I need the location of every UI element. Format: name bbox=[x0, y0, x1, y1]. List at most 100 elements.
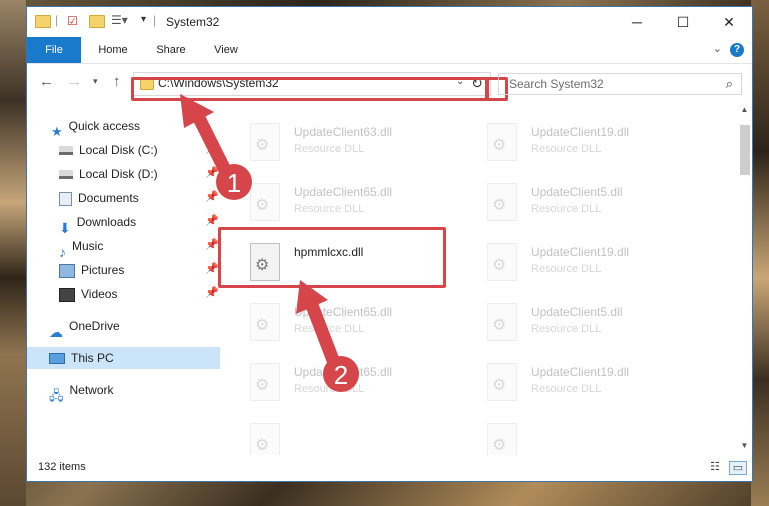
tab-share[interactable]: Share bbox=[143, 37, 199, 63]
sidebar-item-local-disk-d[interactable]: Local Disk (D:) bbox=[59, 163, 209, 185]
dll-file-icon: ⚙ bbox=[487, 423, 517, 455]
pin-icon[interactable]: 📌 bbox=[205, 142, 219, 155]
sidebar-item-label: OneDrive bbox=[69, 319, 120, 333]
navigation-pane: ★ Quick access Local Disk (C:) 📌 Local Di… bbox=[27, 101, 220, 455]
sidebar-item-quick-access[interactable]: ★ Quick access bbox=[51, 115, 211, 139]
pictures-icon bbox=[59, 263, 75, 278]
list-item[interactable]: ⚙ UpdateClient65.dll Resource DLL bbox=[250, 181, 480, 231]
file-name: UpdateClient19.dll bbox=[531, 125, 630, 139]
address-row: ← → ▾ ↑ C:\Windows\System32 ⌄ ↻ Search S… bbox=[27, 63, 752, 101]
download-icon: ⬇ bbox=[59, 219, 71, 236]
sidebar-item-label: Videos bbox=[81, 287, 118, 301]
file-type: Resource DLL bbox=[531, 263, 602, 275]
recent-locations-icon[interactable]: ▾ bbox=[93, 76, 98, 87]
dll-file-icon: ⚙ bbox=[487, 363, 517, 401]
dll-file-icon: ⚙ bbox=[487, 123, 517, 161]
customize-toolbar-icon[interactable]: ☰▾ bbox=[111, 13, 128, 27]
list-item[interactable]: ⚙ UpdateClient65.dll Resource DLL bbox=[250, 361, 480, 411]
pin-icon[interactable]: 📌 bbox=[205, 190, 219, 203]
computer-icon bbox=[49, 353, 65, 365]
tab-home[interactable]: Home bbox=[85, 37, 141, 63]
list-item[interactable]: ⚙ UpdateClient65.dll Resource DLL bbox=[250, 301, 480, 351]
file-type: Resource DLL bbox=[294, 323, 365, 335]
new-folder-icon[interactable] bbox=[89, 15, 105, 31]
tab-view[interactable]: View bbox=[201, 37, 251, 63]
scroll-down-icon[interactable]: ▼ bbox=[736, 441, 752, 450]
sidebar-item-network[interactable]: 🖧 Network bbox=[49, 379, 209, 403]
sidebar-item-label: Pictures bbox=[81, 263, 125, 277]
ribbon-tabs: File Home Share View ⌄ ? bbox=[27, 37, 752, 64]
list-item[interactable]: ⚙ UpdateClient19.dll Resource DLL bbox=[487, 241, 717, 291]
pin-icon[interactable]: 📌 bbox=[205, 262, 219, 275]
sidebar-item-downloads[interactable]: ⬇ Downloads bbox=[59, 211, 209, 236]
dll-file-icon: ⚙ bbox=[250, 423, 280, 455]
list-item[interactable]: ⚙ bbox=[250, 421, 480, 455]
drive-icon bbox=[59, 170, 73, 180]
sidebar-item-label: Local Disk (C:) bbox=[79, 143, 158, 157]
annotation-box-address bbox=[131, 77, 488, 101]
sidebar-item-label: Quick access bbox=[68, 119, 141, 133]
file-name: UpdateClient65.dll bbox=[294, 305, 393, 319]
file-type: Resource DLL bbox=[294, 203, 365, 215]
pin-icon[interactable]: 📌 bbox=[205, 214, 219, 227]
list-item[interactable]: ⚙ UpdateClient19.dll Resource DLL bbox=[487, 361, 717, 411]
help-icon[interactable]: ? bbox=[730, 43, 744, 57]
scroll-up-icon[interactable]: ▲ bbox=[736, 105, 752, 114]
sidebar-item-onedrive[interactable]: ☁ OneDrive bbox=[49, 315, 209, 340]
search-icon[interactable]: ⌕ bbox=[726, 76, 733, 92]
item-count: 132 items bbox=[38, 461, 86, 473]
sidebar-item-documents[interactable]: Documents bbox=[59, 187, 209, 209]
properties-icon[interactable]: ☑ bbox=[67, 14, 78, 28]
list-item[interactable]: ⚙ UpdateClient19.dll Resource DLL bbox=[487, 121, 717, 171]
sidebar-item-this-pc[interactable]: This PC bbox=[27, 347, 220, 369]
file-name: UpdateClient5.dll bbox=[531, 305, 623, 319]
sidebar-item-label: Downloads bbox=[76, 215, 137, 229]
window-title: System32 bbox=[166, 15, 220, 29]
list-item[interactable]: ⚙ bbox=[487, 421, 717, 455]
status-bar: 132 items ☷ ▭ bbox=[27, 455, 752, 481]
list-item[interactable]: ⚙ UpdateClient5.dll Resource DLL bbox=[487, 301, 717, 351]
cloud-icon: ☁ bbox=[49, 323, 63, 340]
file-type: Resource DLL bbox=[531, 143, 602, 155]
pin-icon[interactable]: 📌 bbox=[205, 238, 219, 251]
minimize-button[interactable]: ─ bbox=[614, 7, 660, 37]
folder-icon bbox=[35, 15, 51, 31]
annotation-box-file bbox=[218, 227, 446, 288]
expand-ribbon-icon[interactable]: ⌄ bbox=[713, 42, 722, 55]
separator: | bbox=[153, 13, 157, 27]
file-type: Resource DLL bbox=[531, 203, 602, 215]
sidebar-item-label: Network bbox=[69, 383, 114, 397]
tab-file[interactable]: File bbox=[27, 37, 81, 63]
file-type: Resource DLL bbox=[531, 383, 602, 395]
sidebar-item-videos[interactable]: Videos bbox=[59, 283, 209, 305]
list-item[interactable]: ⚙ UpdateClient5.dll Resource DLL bbox=[487, 181, 717, 231]
pin-icon[interactable]: 📌 bbox=[205, 166, 219, 179]
sidebar-item-pictures[interactable]: Pictures bbox=[59, 259, 209, 281]
file-name: UpdateClient19.dll bbox=[531, 245, 630, 259]
search-input[interactable]: Search System32 ⌕ bbox=[498, 73, 742, 95]
desktop-background-left bbox=[0, 0, 26, 506]
maximize-button[interactable]: ☐ bbox=[660, 7, 706, 37]
drive-icon bbox=[59, 146, 73, 156]
documents-icon bbox=[59, 191, 72, 206]
toolbar-dropdown-icon[interactable]: ▾ bbox=[141, 14, 146, 25]
vertical-scrollbar[interactable]: ▲ ▼ bbox=[736, 101, 752, 455]
scroll-thumb[interactable] bbox=[740, 125, 750, 175]
music-icon: ♪ bbox=[59, 243, 66, 260]
large-icons-view-icon[interactable]: ▭ bbox=[729, 461, 747, 475]
details-view-icon[interactable]: ☷ bbox=[707, 461, 723, 473]
sidebar-item-label: Documents bbox=[78, 191, 139, 205]
sidebar-item-music[interactable]: ♪ Music bbox=[59, 235, 209, 260]
file-type: Resource DLL bbox=[294, 383, 365, 395]
pin-icon[interactable]: 📌 bbox=[205, 286, 219, 299]
separator: | bbox=[55, 13, 59, 27]
file-name: UpdateClient65.dll bbox=[294, 185, 393, 199]
file-type: Resource DLL bbox=[531, 323, 602, 335]
up-arrow-icon[interactable]: ↑ bbox=[113, 73, 121, 90]
sidebar-item-local-disk-c[interactable]: Local Disk (C:) bbox=[59, 139, 209, 161]
close-button[interactable]: ✕ bbox=[706, 7, 752, 37]
back-arrow-icon[interactable]: ← bbox=[39, 73, 54, 90]
list-item[interactable]: ⚙ UpdateClient63.dll Resource DLL bbox=[250, 121, 480, 171]
forward-arrow-icon[interactable]: → bbox=[67, 73, 82, 90]
sidebar-item-label: This PC bbox=[71, 351, 114, 365]
